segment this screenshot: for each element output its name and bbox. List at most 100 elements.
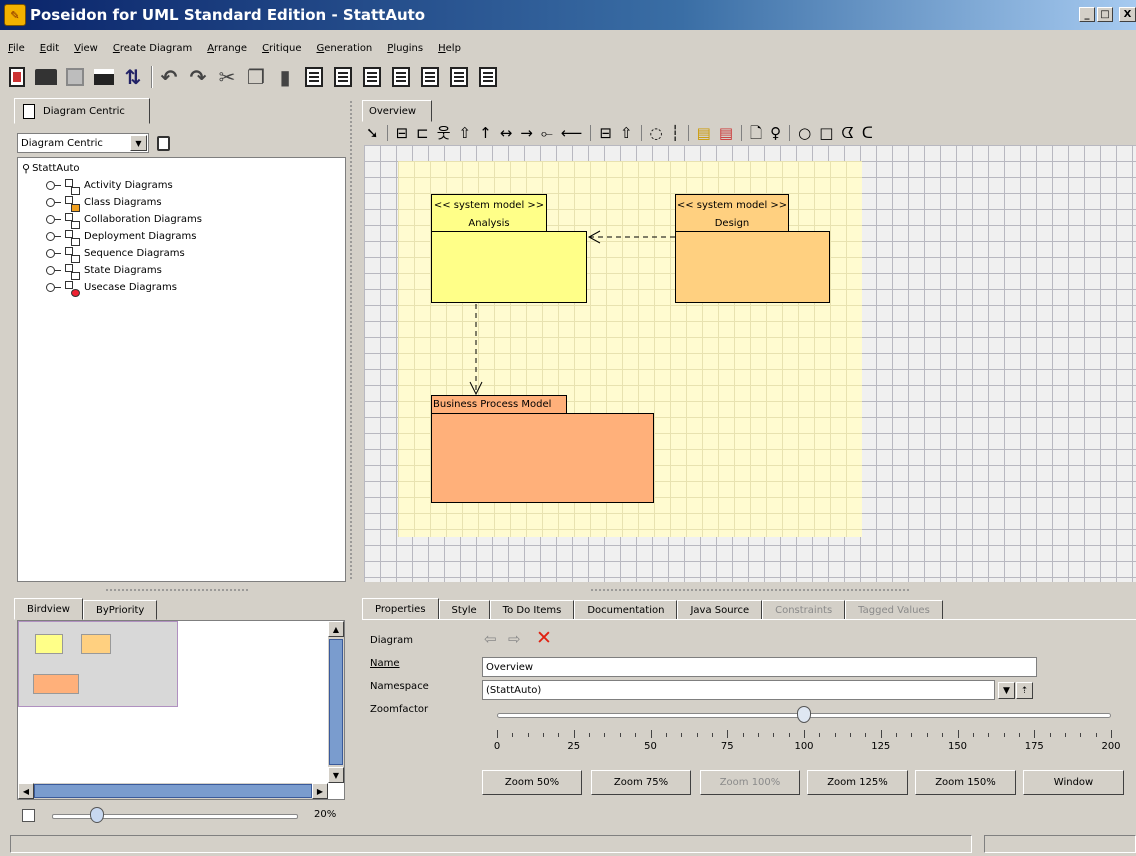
- new-class-diagram-button[interactable]: [303, 66, 325, 88]
- new-state-diagram-button[interactable]: [419, 66, 441, 88]
- composition-tool-icon[interactable]: ⟵: [561, 125, 583, 141]
- tab-java-source[interactable]: Java Source: [677, 600, 763, 620]
- package-business-process-model[interactable]: Business Process Model: [431, 395, 654, 503]
- namespace-select[interactable]: (StattAuto): [482, 680, 995, 700]
- ellipse-tool-icon[interactable]: ○: [798, 125, 811, 141]
- tree-expand-icon[interactable]: [46, 215, 61, 224]
- menu-critique[interactable]: Critique: [254, 43, 308, 54]
- polygon-tool-icon[interactable]: ᗧ: [841, 125, 853, 141]
- tree-item-usecase-diagrams[interactable]: Usecase Diagrams: [46, 279, 177, 297]
- tree-expand-icon[interactable]: [46, 283, 61, 292]
- rectangle-tool-icon[interactable]: □: [819, 125, 833, 141]
- tab-overview-diagram[interactable]: Overview: [362, 100, 432, 122]
- zoom-150-button[interactable]: Zoom 150%: [915, 770, 1016, 795]
- tab-properties[interactable]: Properties: [362, 598, 439, 620]
- scroll-left-icon[interactable]: ◀: [18, 783, 34, 799]
- zoomfactor-knob[interactable]: [797, 706, 811, 723]
- class-tool-icon[interactable]: ⊟: [396, 125, 409, 141]
- comment-tool-icon[interactable]: ♀: [770, 125, 781, 141]
- birdview-checkbox[interactable]: [22, 809, 35, 822]
- package-design[interactable]: << system model >> Design: [675, 194, 830, 303]
- new-project-button[interactable]: [6, 66, 28, 88]
- red-fill-tool-icon[interactable]: ▤: [719, 125, 733, 141]
- tree-item-state-diagrams[interactable]: State Diagrams: [46, 262, 162, 280]
- actor-tool-icon[interactable]: 웃: [437, 125, 451, 141]
- tree-expand-icon[interactable]: [46, 198, 61, 207]
- print-button[interactable]: [93, 66, 115, 88]
- new-view-icon[interactable]: [157, 136, 170, 151]
- menu-file[interactable]: File: [0, 43, 32, 54]
- back-arrow-icon[interactable]: ⇦: [484, 630, 497, 648]
- left-horizontal-splitter[interactable]: [105, 588, 250, 592]
- aggregation-tool-icon[interactable]: ⟜: [541, 125, 553, 141]
- tree-expand-icon[interactable]: [46, 249, 61, 258]
- new-usecase-diagram-button[interactable]: [332, 66, 354, 88]
- tree-item-collaboration-diagrams[interactable]: Collaboration Diagrams: [46, 211, 202, 229]
- namespace-dropdown-icon[interactable]: ▼: [998, 682, 1015, 699]
- save-project-button[interactable]: [64, 66, 86, 88]
- delete-icon[interactable]: ✕: [536, 627, 552, 649]
- redo-button[interactable]: ↷: [187, 66, 209, 88]
- menu-generation[interactable]: Generation: [308, 43, 379, 54]
- zoom-75-button[interactable]: Zoom 75%: [591, 770, 691, 795]
- tab-diagram-centric[interactable]: Diagram Centric: [14, 98, 150, 124]
- new-activity-diagram-button[interactable]: [448, 66, 470, 88]
- menu-edit[interactable]: Edit: [32, 43, 66, 54]
- scroll-down-icon[interactable]: ▼: [328, 767, 344, 783]
- new-sequence-diagram-button[interactable]: [361, 66, 383, 88]
- association-tool-icon[interactable]: ↔: [500, 125, 513, 141]
- minimize-button[interactable]: _: [1079, 7, 1095, 22]
- close-button[interactable]: X: [1119, 7, 1136, 22]
- right-horizontal-splitter[interactable]: [590, 588, 910, 592]
- diagram-canvas[interactable]: << system model >> Analysis << system mo…: [364, 145, 1136, 582]
- note-tool-icon[interactable]: 🗋: [750, 125, 762, 141]
- yellow-fill-tool-icon[interactable]: ▤: [697, 125, 711, 141]
- circle-select-tool-icon[interactable]: ◌: [650, 125, 663, 141]
- menu-help[interactable]: Help: [430, 43, 468, 54]
- tree-item-deployment-diagrams[interactable]: Deployment Diagrams: [46, 228, 197, 246]
- realization-tool-icon[interactable]: ↑: [479, 125, 492, 141]
- go-to-namespace-icon[interactable]: ⇡: [1016, 682, 1033, 699]
- select-tool-icon[interactable]: ➘: [366, 125, 379, 141]
- tree-expand-icon[interactable]: [46, 232, 61, 241]
- tab-birdview[interactable]: Birdview: [14, 598, 83, 620]
- birdview-zoom-knob[interactable]: [90, 807, 104, 823]
- chevron-down-icon[interactable]: ▼: [130, 135, 147, 151]
- tab-bypriority[interactable]: ByPriority: [82, 600, 158, 620]
- copy-button[interactable]: ❐: [245, 66, 267, 88]
- paste-button[interactable]: ▮: [274, 66, 296, 88]
- scroll-right-icon[interactable]: ▶: [312, 783, 328, 799]
- zoom-125-button[interactable]: Zoom 125%: [807, 770, 908, 795]
- cut-button[interactable]: ✂: [216, 66, 238, 88]
- tree-item-activity-diagrams[interactable]: Activity Diagrams: [46, 177, 173, 195]
- scroll-up-icon[interactable]: ▲: [328, 621, 344, 637]
- tab-documentation[interactable]: Documentation: [574, 600, 678, 620]
- birdview-viewport[interactable]: [18, 621, 178, 707]
- open-project-button[interactable]: [35, 66, 57, 88]
- undo-button[interactable]: ↶: [158, 66, 180, 88]
- package-tool-icon[interactable]: ⊏: [416, 125, 429, 141]
- vertical-splitter[interactable]: [349, 100, 354, 580]
- name-field[interactable]: Overview: [482, 657, 1037, 677]
- tree-item-sequence-diagrams[interactable]: Sequence Diagrams: [46, 245, 185, 263]
- menu-arrange[interactable]: Arrange: [199, 43, 254, 54]
- new-deployment-diagram-button[interactable]: [477, 66, 499, 88]
- interface-tool-icon[interactable]: ⊟: [599, 125, 612, 141]
- zoom-50-button[interactable]: Zoom 50%: [482, 770, 582, 795]
- dependency-tool-icon[interactable]: →: [520, 125, 533, 141]
- generalization-tool-icon[interactable]: ⇧: [459, 125, 472, 141]
- navigation-mode-select[interactable]: Diagram Centric ▼: [17, 133, 149, 153]
- import-button[interactable]: ⇅: [122, 66, 144, 88]
- menu-create-diagram[interactable]: Create Diagram: [105, 43, 199, 54]
- menu-plugins[interactable]: Plugins: [379, 43, 430, 54]
- tree-item-class-diagrams[interactable]: Class Diagrams: [46, 194, 162, 212]
- polyline-tool-icon[interactable]: ᑕ: [862, 125, 873, 141]
- menu-view[interactable]: View: [66, 43, 105, 54]
- window-zoom-button[interactable]: Window: [1023, 770, 1124, 795]
- vertical-scroll-thumb[interactable]: [329, 639, 343, 765]
- horizontal-scroll-thumb[interactable]: [34, 784, 312, 798]
- divider-tool-icon[interactable]: ┆: [671, 125, 680, 141]
- tree-expand-icon[interactable]: [46, 181, 61, 190]
- tree-expand-icon[interactable]: [46, 266, 61, 275]
- forward-arrow-icon[interactable]: ⇨: [508, 630, 521, 648]
